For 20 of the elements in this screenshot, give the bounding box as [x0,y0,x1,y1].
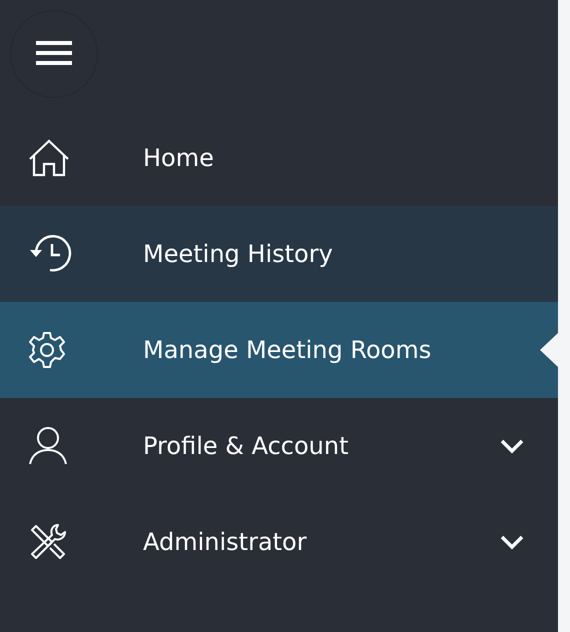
nav-item[interactable]: Meeting History [0,206,558,302]
nav-item[interactable]: Administrator [0,494,558,590]
nav-label: Home [143,144,214,172]
nav-label: Profile & Account [143,432,348,460]
nav-label: Manage Meeting Rooms [143,336,432,364]
tools-icon [28,522,68,562]
settings-icon [28,331,66,369]
menu-icon [36,41,72,67]
selection-pointer [540,333,558,367]
chevron-down-icon[interactable] [500,534,524,550]
menu-button[interactable] [10,10,98,98]
person-icon [28,426,68,466]
nav-item[interactable]: Manage Meeting Rooms [0,302,558,398]
nav-item[interactable]: Home [0,110,558,206]
nav-label: Administrator [143,528,307,556]
home-icon [28,139,70,177]
chevron-down-icon[interactable] [500,438,524,454]
nav-item[interactable]: Profile & Account [0,398,558,494]
nav-label: Meeting History [143,240,333,268]
history-icon [28,235,72,273]
